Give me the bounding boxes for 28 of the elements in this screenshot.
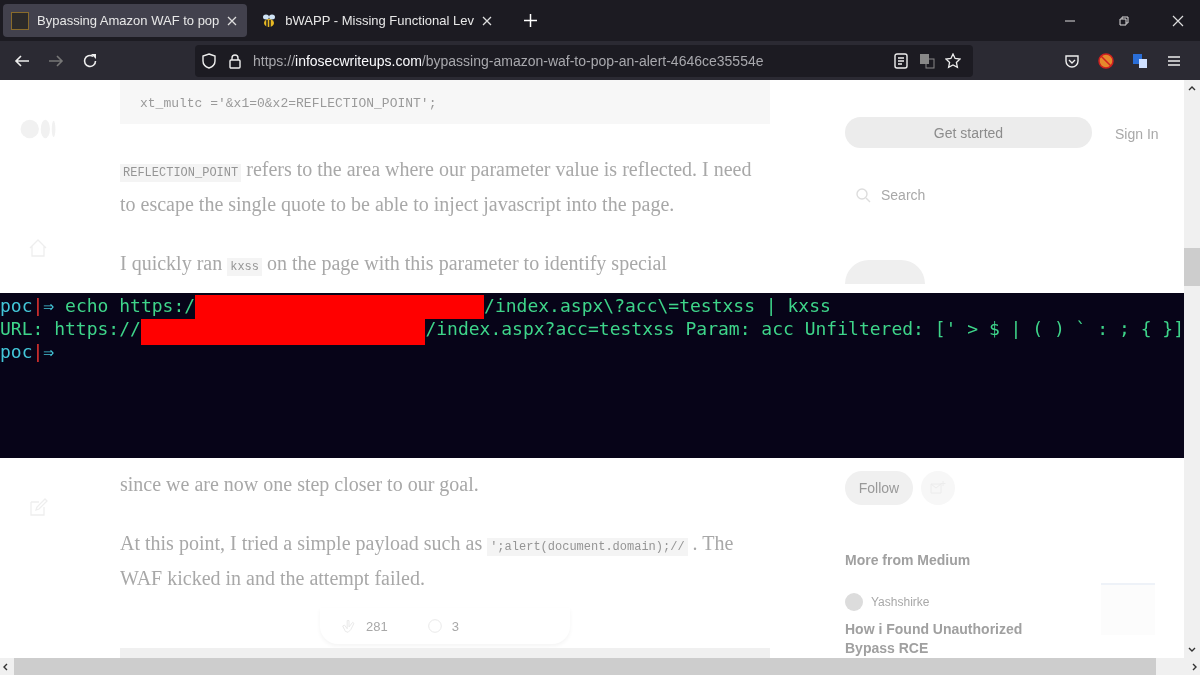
follow-button[interactable]: Follow xyxy=(845,471,913,505)
terminal-text: /index.aspx\?acc\=testxss | kxss xyxy=(484,294,831,317)
clap-count: 281 xyxy=(366,617,388,636)
article-paragraph: At this point, I tried a simple payload such as ';alert(document.domain);// . The WAF kicked in and the attempt failed. xyxy=(120,531,735,592)
story-title[interactable]: How i Found Unauthorized Bypass RCE xyxy=(845,620,1045,658)
sign-in-link[interactable]: Sign In xyxy=(1115,126,1159,142)
address-bar[interactable]: https://infosecwriteups.com/bypassing-amazon-waf-to-pop-an-alert-4646ce35554e xyxy=(195,44,973,77)
search-field[interactable]: Search xyxy=(879,186,1083,205)
article-paragraph: since we are now one step closer to our goal. xyxy=(120,472,480,498)
article-paragraph: REFLECTION_POINT refers to the area where our parameter value is reflected. I need to escape the single quote to be able to inject javascript into the page. xyxy=(120,157,753,218)
prompt-separator: | xyxy=(32,340,44,363)
terminal-text: URL: https:// xyxy=(0,317,141,340)
terminal-text: echo https:/ xyxy=(64,294,196,317)
code-block: xt_multc ='&x1=0&x2=REFLECTION_POINT'; xyxy=(120,80,770,124)
prompt-text: poc xyxy=(0,294,33,317)
browser-tab[interactable]: Bypassing Amazon WAF to pop xyxy=(3,4,248,37)
url-text: https://infosecwriteups.com/bypassing-amazon-waf-to-pop-an-alert-4646ce35554e xyxy=(253,52,764,69)
prompt-arrow: ⇒ xyxy=(43,294,55,317)
prompt-text: poc xyxy=(0,340,33,363)
prompt-separator: | xyxy=(32,294,44,317)
terminal-text: /index.aspx?acc=testxss Param: acc Unfiltered: [' > $ | ( ) ` : ; { }] xyxy=(425,317,1184,340)
section-heading: More from Medium xyxy=(845,552,972,568)
get-started-button[interactable]: Get started xyxy=(845,117,1092,149)
prompt-arrow: ⇒ xyxy=(43,340,55,363)
article-paragraph: I quickly ran kxss on the page with this parameter to identify special xyxy=(120,251,668,278)
comment-count: 3 xyxy=(451,617,459,636)
author-name[interactable]: Yashshirke xyxy=(871,595,930,609)
browser-tab[interactable]: bWAPP - Missing Functional Lev xyxy=(253,4,502,37)
